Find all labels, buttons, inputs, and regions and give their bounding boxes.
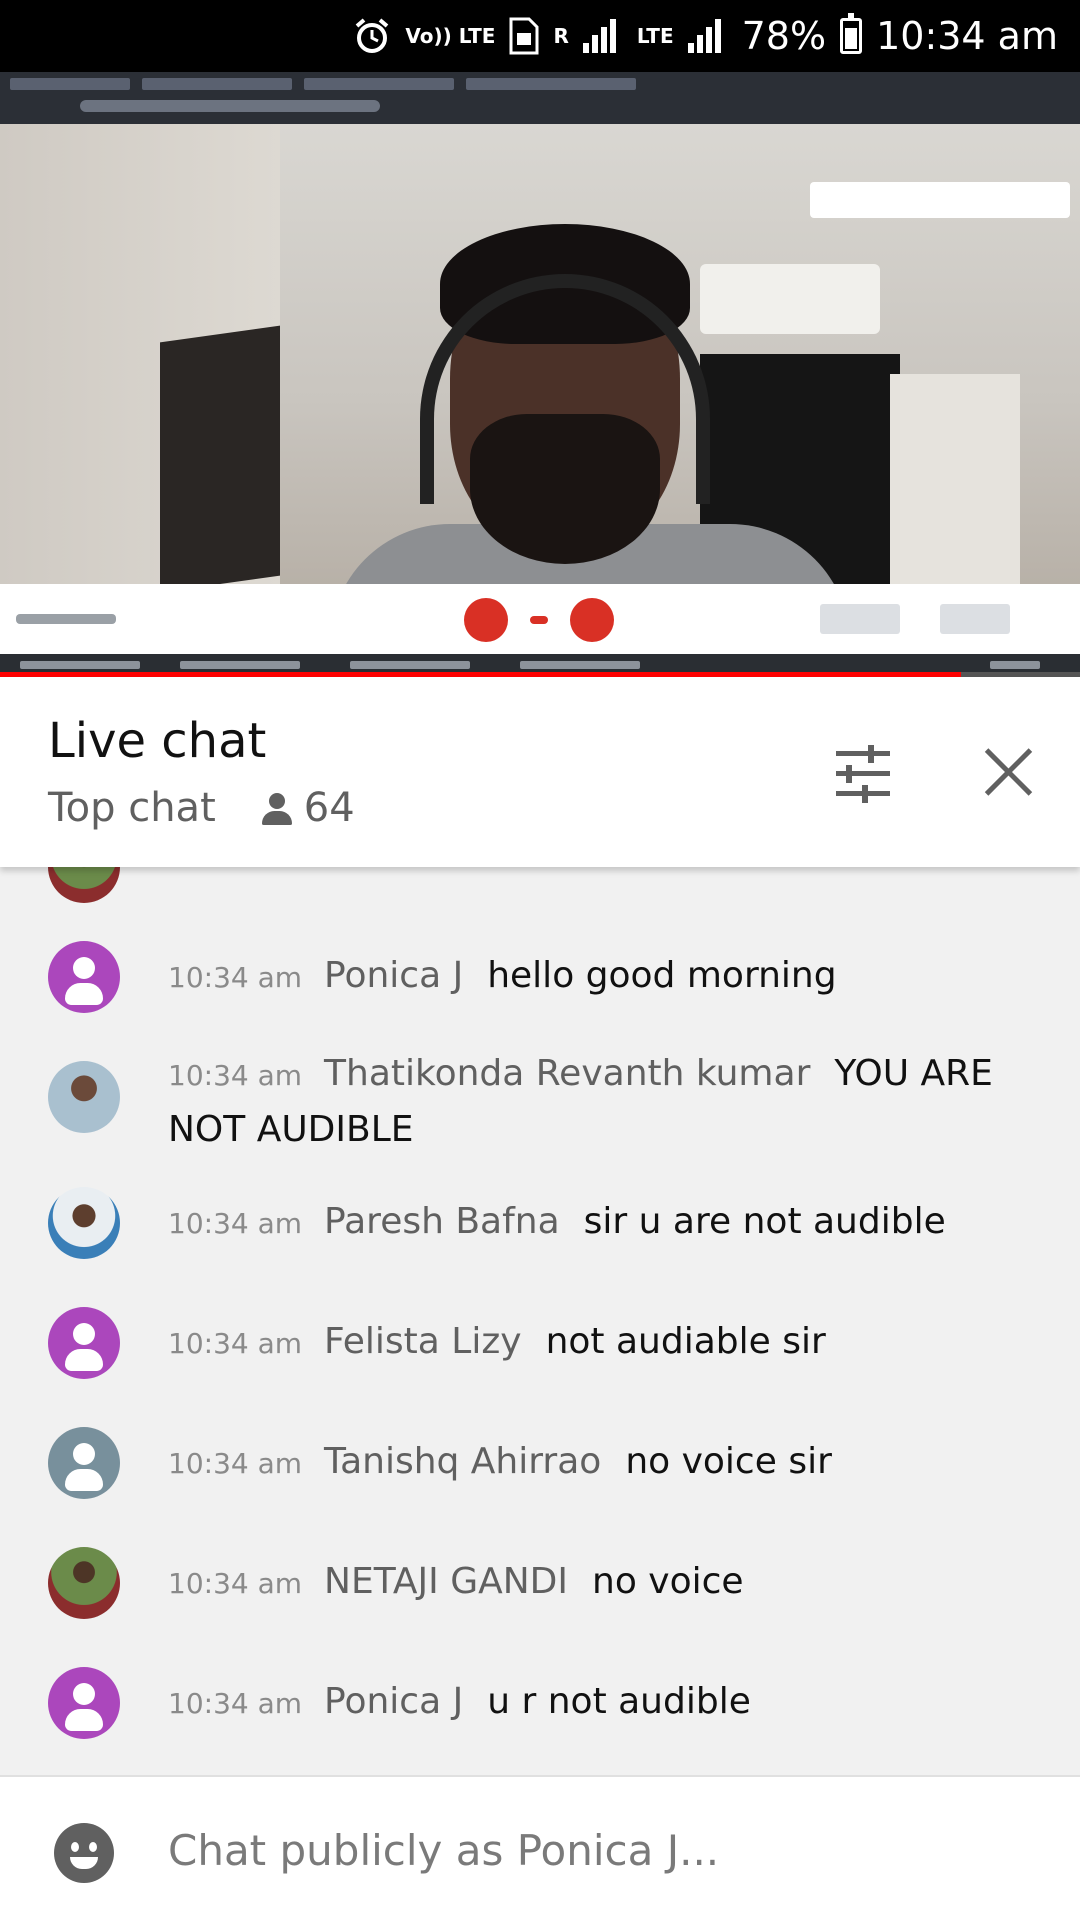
message-time: 10:34 am (168, 1207, 303, 1240)
close-chat-button[interactable] (984, 747, 1034, 797)
roaming-label: R (553, 24, 569, 48)
message-time: 10:34 am (168, 1327, 303, 1360)
message-text: not audiable sir (545, 1321, 826, 1362)
message-author[interactable]: Tanishq Ahirrao (324, 1441, 601, 1482)
video-browser-chrome (0, 72, 1080, 124)
message-text: no voice (592, 1561, 744, 1602)
chat-input[interactable] (168, 1815, 1028, 1885)
message-text: hello good morning (487, 955, 837, 996)
chat-mode-selector[interactable]: Top chat (48, 785, 216, 831)
message-author[interactable]: Ponica J (324, 1681, 463, 1722)
person-icon (260, 791, 294, 825)
avatar (48, 1061, 120, 1133)
video-frame (0, 124, 1080, 644)
live-chat-header: Live chat Top chat 64 (0, 677, 1080, 867)
message-text: no voice sir (625, 1441, 832, 1482)
avatar (48, 1187, 120, 1259)
lte-label: LTE (636, 24, 674, 48)
battery-icon (840, 13, 863, 54)
message-text: u r not audible (487, 1681, 751, 1722)
meeting-controls (0, 584, 1080, 654)
chat-message-list[interactable]: 10:34 am Ponica J hello good morning 10:34… (0, 867, 1080, 1775)
message-time: 10:34 am (168, 1447, 303, 1480)
avatar (48, 1667, 120, 1739)
message-time: 10:34 am (168, 1567, 303, 1600)
message-author[interactable]: Paresh Bafna (324, 1201, 560, 1242)
signal-icon-2 (687, 19, 728, 53)
video-player[interactable] (0, 72, 1080, 676)
battery-percentage: 78% (741, 14, 827, 58)
signal-icon (582, 19, 623, 53)
message-text: sir u are not audible (583, 1201, 946, 1242)
message-author[interactable]: NETAJI GANDI (324, 1561, 568, 1602)
volte-label: Vo)) LTE (405, 24, 496, 48)
message-author[interactable]: Thatikonda Revanth kumar (324, 1053, 810, 1094)
avatar (48, 941, 120, 1013)
clock: 10:34 am (876, 14, 1058, 58)
message-time: 10:34 am (168, 1687, 303, 1720)
viewer-count-value: 64 (303, 785, 355, 831)
message-time: 10:34 am (168, 961, 303, 994)
viewer-count: 64 (260, 785, 355, 831)
message-time: 10:34 am (168, 1059, 303, 1092)
avatar (48, 867, 120, 903)
sim-icon (509, 17, 539, 55)
message-author[interactable]: Ponica J (324, 955, 463, 996)
avatar (48, 1307, 120, 1379)
emoji-icon[interactable] (54, 1823, 114, 1883)
chat-input-bar (0, 1775, 1080, 1920)
alarm-icon (353, 17, 391, 55)
filter-button[interactable] (832, 743, 894, 803)
avatar (48, 1427, 120, 1499)
message-author[interactable]: Felista Lizy (324, 1321, 522, 1362)
status-bar: Vo)) LTE R LTE 78% 10:34 am (0, 0, 1080, 72)
chat-title: Live chat (48, 713, 267, 769)
avatar (48, 1547, 120, 1619)
